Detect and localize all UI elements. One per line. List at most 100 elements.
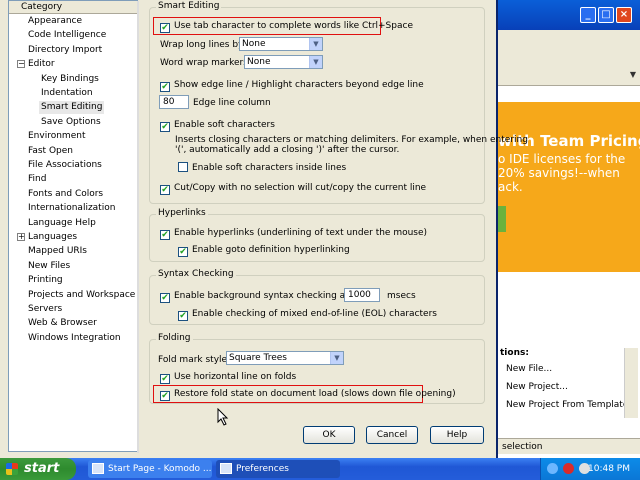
goto-definition-checkbox[interactable]: ✔ Enable goto definition hyperlinking (178, 245, 350, 257)
category-item[interactable]: Windows Integration (26, 332, 123, 345)
actions-scrollbar[interactable] (624, 348, 638, 418)
cut-copy-checkbox[interactable]: ✔ Cut/Copy with no selection will cut/cop… (160, 183, 426, 195)
checkbox-icon: ✔ (160, 82, 170, 92)
category-item[interactable]: Smart Editing (39, 101, 105, 115)
category-item-label: Mapped URIs (28, 246, 88, 257)
category-item-label: Directory Import (28, 44, 103, 55)
category-tree: Category Appearance Code Intelligence Dire… (8, 0, 139, 453)
chevron-down-icon[interactable]: ▼ (630, 70, 636, 79)
category-item[interactable]: Save Options (39, 116, 103, 129)
category-item[interactable]: Web & Browser (26, 317, 99, 330)
category-item[interactable]: Directory Import (26, 44, 104, 57)
category-item[interactable]: Environment (26, 130, 87, 143)
category-item[interactable]: Language Help (26, 217, 98, 230)
taskbar-item-preferences[interactable]: Preferences (216, 460, 340, 478)
cancel-button[interactable]: Cancel (366, 426, 418, 444)
category-item-label: Appearance (28, 16, 83, 26)
start-button[interactable]: start (0, 458, 76, 480)
tree-expander-icon[interactable]: + (17, 233, 25, 241)
category-item[interactable]: Fast Open (26, 145, 75, 158)
system-tray: 10:48 PM (540, 458, 640, 480)
security-shield-icon[interactable] (563, 463, 574, 474)
category-item[interactable]: Mapped URIs (26, 245, 89, 258)
category-item-label: Find (28, 174, 47, 185)
category-item[interactable]: Servers (26, 303, 64, 316)
enable-hyperlinks-checkbox[interactable]: ✔ Enable hyperlinks (underlining of text … (160, 228, 427, 240)
category-item-label: Servers (28, 304, 63, 314)
show-edge-line-checkbox[interactable]: ✔ Show edge line / Highlight characters b… (160, 80, 424, 92)
category-item-label: Languages (28, 232, 78, 242)
action-new-file[interactable]: New File... (506, 364, 552, 374)
category-item[interactable]: Key Bindings (39, 73, 101, 86)
window-icon (92, 463, 104, 474)
mouse-pointer-icon (217, 408, 229, 426)
maximize-button[interactable]: □ (598, 7, 614, 23)
category-item-label: Key Bindings (41, 73, 99, 84)
word-wrap-markers-label: Word wrap markers: (160, 58, 251, 68)
actions-header: tions: (500, 348, 529, 358)
close-button[interactable]: × (616, 7, 632, 23)
category-item[interactable]: Code Intelligence (26, 29, 108, 42)
category-item[interactable]: Projects and Workspace (26, 289, 137, 302)
soft-chars-description: Inserts closing characters or matching d… (175, 135, 528, 145)
background-syntax-checkbox[interactable]: ✔ Enable background syntax checking after (160, 291, 361, 303)
action-new-project[interactable]: New Project... (506, 382, 568, 392)
category-item[interactable]: Editor (26, 58, 57, 71)
category-scrollbar[interactable] (137, 1, 139, 453)
category-item-label: New Files (28, 260, 71, 271)
category-item-label: Save Options (41, 116, 101, 127)
fold-mark-style-select[interactable]: Square Trees ▼ (226, 351, 344, 365)
category-item[interactable]: Languages (26, 231, 79, 244)
category-item[interactable]: New Files (26, 260, 72, 273)
horizontal-line-checkbox[interactable]: ✔ Use horizontal line on folds (160, 372, 296, 384)
edge-line-column-input[interactable]: 80 (159, 95, 189, 109)
category-item-label: Fast Open (28, 145, 73, 156)
category-item[interactable]: File Associations (26, 159, 104, 172)
komodo-titlebar: _ □ × (498, 0, 640, 30)
checkbox-icon: ✔ (160, 185, 170, 195)
category-item[interactable]: Find (26, 173, 48, 186)
group-title: Smart Editing (156, 1, 222, 11)
clock: 10:48 PM (588, 464, 630, 474)
checkbox-icon (178, 162, 188, 172)
category-item-label: Internationalization (28, 203, 116, 214)
group-title: Hyperlinks (156, 208, 208, 218)
tree-expander-icon[interactable]: − (17, 60, 25, 69)
status-bar: selection (498, 438, 640, 454)
use-tab-checkbox[interactable]: ✔ Use tab character to complete words lik… (160, 21, 413, 33)
chevron-down-icon: ▼ (309, 38, 322, 50)
mixed-eol-checkbox[interactable]: ✔ Enable checking of mixed end-of-line (E… (178, 309, 437, 321)
category-item-label: Indentation (41, 88, 93, 98)
word-wrap-markers-select[interactable]: None ▼ (244, 55, 323, 69)
banner-button-edge[interactable] (498, 206, 506, 232)
restore-fold-state-checkbox[interactable]: ✔ Restore fold state on document load (sl… (160, 389, 456, 401)
soft-chars-inside-lines-checkbox[interactable]: Enable soft characters inside lines (178, 162, 346, 173)
category-item-label: Editor (28, 59, 55, 70)
wrap-long-lines-select[interactable]: None ▼ (239, 37, 323, 51)
ok-button[interactable]: OK (303, 426, 355, 444)
edge-line-column-label: Edge line column (193, 98, 271, 108)
category-item[interactable]: Fonts and Colors (26, 188, 105, 201)
action-new-project-template[interactable]: New Project From Template... (506, 400, 637, 410)
category-item[interactable]: Appearance (26, 15, 84, 28)
minimize-button[interactable]: _ (580, 7, 596, 23)
category-item-label: Windows Integration (28, 332, 121, 343)
checkbox-icon: ✔ (160, 374, 170, 384)
komodo-main-window: _ □ × ▼ with Team Pricing o IDE licenses… (498, 0, 640, 458)
help-button[interactable]: Help (430, 426, 484, 444)
category-item[interactable]: Printing (26, 274, 65, 287)
komodo-toolbar (498, 30, 640, 66)
network-icon[interactable] (547, 463, 558, 474)
category-item[interactable]: Internationalization (26, 202, 117, 215)
windows-logo-icon (6, 463, 18, 475)
banner-line: o IDE licenses for the (498, 152, 626, 166)
taskbar: start Start Page - Komodo ... Preference… (0, 458, 640, 480)
taskbar-item-komodo[interactable]: Start Page - Komodo ... (88, 460, 212, 478)
soft-characters-checkbox[interactable]: ✔ Enable soft characters (160, 120, 275, 132)
promo-banner[interactable]: with Team Pricing o IDE licenses for the… (498, 102, 640, 272)
category-item-label: Code Intelligence (28, 30, 107, 41)
checkbox-icon: ✔ (178, 247, 188, 257)
fold-mark-style-label: Fold mark style: (158, 355, 231, 365)
category-item[interactable]: Indentation (39, 87, 95, 100)
syntax-delay-input[interactable]: 1000 (344, 288, 380, 302)
